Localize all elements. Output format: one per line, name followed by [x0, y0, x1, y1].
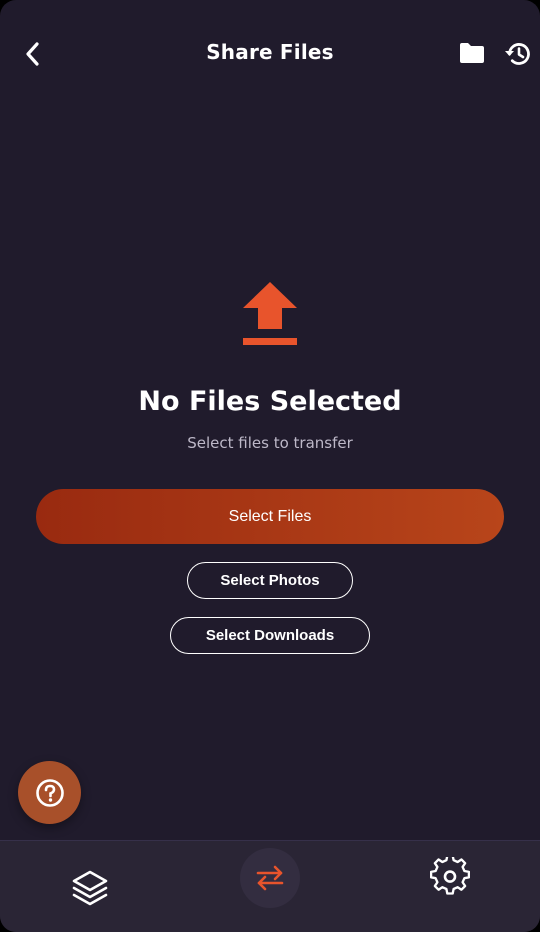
- nav-item-settings[interactable]: [420, 847, 480, 907]
- folder-button[interactable]: [458, 40, 486, 68]
- select-photos-button[interactable]: Select Photos: [187, 562, 353, 599]
- upload-icon: [240, 281, 300, 347]
- bottom-nav: [0, 840, 540, 932]
- layers-icon: [72, 870, 108, 906]
- app-header: Share Files: [0, 0, 540, 110]
- transfer-icon: [256, 865, 284, 891]
- history-button[interactable]: [503, 39, 533, 69]
- gear-icon: [430, 857, 470, 895]
- empty-state-subtitle: Select files to transfer: [187, 434, 353, 452]
- select-downloads-button[interactable]: Select Downloads: [170, 617, 370, 654]
- empty-state-title: No Files Selected: [138, 386, 402, 417]
- help-icon: [35, 778, 64, 807]
- nav-item-layers[interactable]: [60, 859, 120, 919]
- history-icon: [505, 43, 530, 65]
- folder-icon: [460, 43, 484, 63]
- help-button[interactable]: [18, 761, 81, 824]
- nav-item-transfer[interactable]: [240, 848, 300, 908]
- share-files-screen: Share Files No Files Selected Select fil…: [0, 0, 540, 932]
- select-files-button[interactable]: Select Files: [36, 489, 504, 544]
